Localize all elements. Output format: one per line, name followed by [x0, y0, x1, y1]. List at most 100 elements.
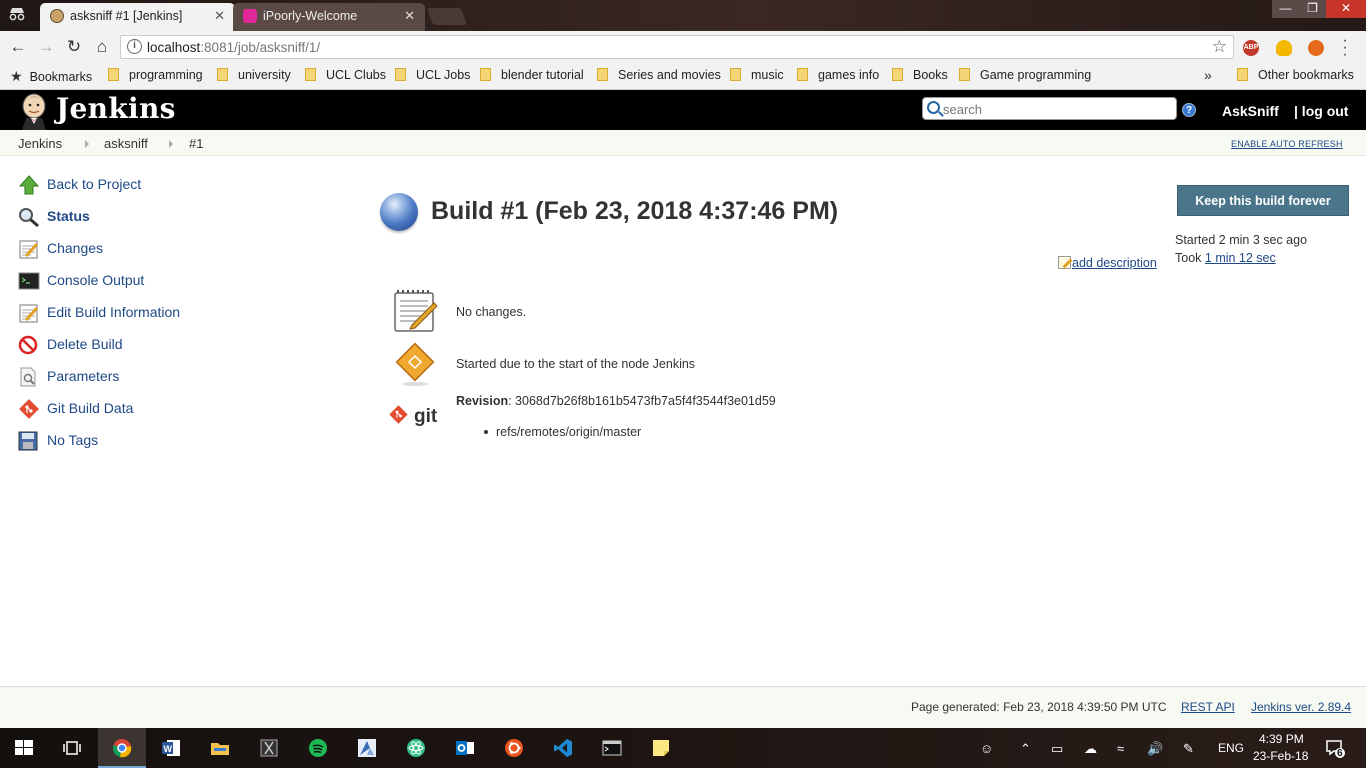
game-app-icon[interactable] [245, 728, 293, 768]
tab-close-icon[interactable]: ✕ [404, 3, 415, 29]
jenkins-version-link[interactable]: Jenkins ver. 2.89.4 [1251, 700, 1351, 714]
list-bullet [484, 430, 488, 434]
pen-ink-icon[interactable]: ✎ [1183, 741, 1194, 757]
more-bookmarks-chevron-icon[interactable]: » [1204, 67, 1212, 83]
cause-diamond-icon [392, 342, 438, 386]
forward-arrow-icon[interactable]: → [35, 36, 57, 58]
jenkins-search-box[interactable] [922, 97, 1177, 120]
jenkins-favicon-icon [50, 9, 64, 23]
breadcrumb-separator-icon[interactable] [169, 140, 173, 148]
green-up-arrow-icon [18, 175, 40, 195]
outlook-icon[interactable] [441, 728, 489, 768]
edit-pencil-icon [1058, 256, 1071, 269]
folder-icon [797, 68, 808, 81]
bookmark-folder-university[interactable]: university [217, 68, 291, 82]
build-started-text: Started 2 min 3 sec ago [1175, 233, 1308, 247]
battery-icon[interactable]: ▭ [1051, 741, 1063, 757]
sticky-notes-icon[interactable] [637, 728, 685, 768]
add-description-link[interactable]: add description [1058, 256, 1157, 270]
tray-chevron-up-icon[interactable]: ⌃ [1020, 741, 1031, 757]
fire-extension-icon[interactable] [1308, 40, 1324, 56]
people-icon[interactable]: ☺ [980, 741, 993, 756]
bookmark-folder-ucl-clubs[interactable]: UCL Clubs [305, 68, 386, 82]
bookmark-folder-programming[interactable]: programming [108, 68, 203, 82]
bookmark-folder-other-bookmarks[interactable]: Other bookmarks [1237, 68, 1354, 82]
search-icon [927, 101, 940, 114]
window-restore-button[interactable]: ❐ [1299, 0, 1326, 18]
breadcrumb-build-1[interactable]: #1 [189, 136, 203, 151]
reload-icon[interactable]: ↻ [63, 36, 85, 58]
volume-icon[interactable]: 🔊 [1147, 741, 1163, 757]
user-link[interactable]: AskSniff [1222, 103, 1279, 119]
back-arrow-icon[interactable]: ← [7, 36, 29, 58]
jenkins-butler-logo-icon[interactable] [18, 93, 50, 130]
terminal-app-icon[interactable] [588, 728, 636, 768]
onedrive-cloud-icon[interactable]: ☁ [1084, 741, 1097, 757]
start-windows-icon[interactable] [0, 728, 48, 768]
idea-bulb-icon[interactable] [1276, 40, 1292, 56]
word-icon[interactable]: W [147, 728, 195, 768]
logout-link[interactable]: | log out [1294, 103, 1348, 119]
ubuntu-icon[interactable] [490, 728, 538, 768]
home-icon[interactable]: ⌂ [91, 36, 113, 58]
jenkins-header: Jenkins ? AskSniff | log out [0, 90, 1366, 130]
window-close-button[interactable]: ✕ [1326, 0, 1366, 18]
folder-icon [597, 68, 608, 81]
bookmarks-button[interactable]: ★ Bookmarks [10, 68, 92, 85]
breadcrumb-jenkins[interactable]: Jenkins [18, 136, 62, 151]
adblock-plus-icon[interactable]: ABP [1243, 40, 1259, 56]
search-input[interactable] [943, 101, 1173, 117]
page-footer: Page generated: Feb 23, 2018 4:39:50 PM … [0, 686, 1366, 728]
wifi-icon[interactable]: ≈ [1117, 741, 1124, 756]
magnifier-icon [18, 207, 40, 228]
bookmark-star-icon[interactable]: ☆ [1212, 37, 1227, 57]
tab-asksniff-jenkins[interactable]: asksniff #1 [Jenkins] ✕ [40, 3, 235, 31]
keep-build-forever-button[interactable]: Keep this build forever [1177, 185, 1349, 216]
bookmark-folder-series-and-movies[interactable]: Series and movies [597, 68, 721, 82]
bookmark-folder-books[interactable]: Books [892, 68, 948, 82]
incognito-icon [7, 6, 27, 24]
bookmark-folder-ucl-jobs[interactable]: UCL Jobs [395, 68, 470, 82]
site-info-icon[interactable]: i [127, 39, 142, 54]
clock-date[interactable]: 23-Feb-18 [1253, 749, 1308, 763]
clock-time[interactable]: 4:39 PM [1259, 732, 1304, 746]
bookmark-folder-game-programming[interactable]: Game programming [959, 68, 1091, 82]
rest-api-link[interactable]: REST API [1181, 700, 1235, 714]
help-icon[interactable]: ? [1182, 103, 1196, 117]
no-entry-icon [18, 335, 40, 355]
build-status-ball-icon [380, 193, 418, 231]
jenkins-logo-text[interactable]: Jenkins [56, 92, 176, 125]
folder-icon [108, 68, 119, 81]
tab-close-icon[interactable]: ✕ [214, 3, 225, 29]
build-duration-link[interactable]: 1 min 12 sec [1205, 251, 1276, 265]
svg-text:W: W [164, 744, 173, 754]
notification-count-badge: 6 [1337, 748, 1343, 759]
url-text[interactable]: localhost:8081/job/asksniff/1/ [147, 40, 320, 55]
browser-toolbar: ← → ↻ ⌂ i localhost:8081/job/asksniff/1/… [0, 31, 1366, 63]
bookmark-folder-blender-tutorial[interactable]: blender tutorial [480, 68, 584, 82]
address-bar[interactable]: i localhost:8081/job/asksniff/1/ ☆ [120, 35, 1234, 59]
file-explorer-icon[interactable] [196, 728, 244, 768]
atom-icon[interactable] [392, 728, 440, 768]
vscode-icon[interactable] [539, 728, 587, 768]
spotify-icon[interactable] [294, 728, 342, 768]
floppy-disk-icon [18, 431, 40, 451]
browser-menu-icon[interactable]: · · · [1340, 33, 1350, 63]
folder-icon [305, 68, 316, 81]
folder-icon [959, 68, 970, 81]
star-icon: ★ [10, 68, 23, 84]
breadcrumb-asksniff[interactable]: asksniff [104, 136, 148, 151]
window-minimize-button[interactable]: — [1272, 0, 1299, 18]
enable-auto-refresh-link[interactable]: ENABLE AUTO REFRESH [1231, 139, 1343, 149]
tab-ipoorly-welcome[interactable]: iPoorly-Welcome ✕ [233, 3, 425, 31]
input-language[interactable]: ENG [1218, 741, 1244, 755]
breadcrumb-separator-icon[interactable] [85, 140, 89, 148]
task-view-icon[interactable] [48, 728, 96, 768]
ipoorly-favicon-icon [243, 9, 257, 23]
new-tab-button[interactable] [426, 8, 468, 25]
azure-app-icon[interactable] [343, 728, 391, 768]
chrome-icon[interactable] [98, 728, 146, 768]
bookmark-folder-games-info[interactable]: games info [797, 68, 879, 82]
bookmark-folder-music[interactable]: music [730, 68, 784, 82]
tab-title: asksniff #1 [Jenkins] [70, 9, 183, 23]
